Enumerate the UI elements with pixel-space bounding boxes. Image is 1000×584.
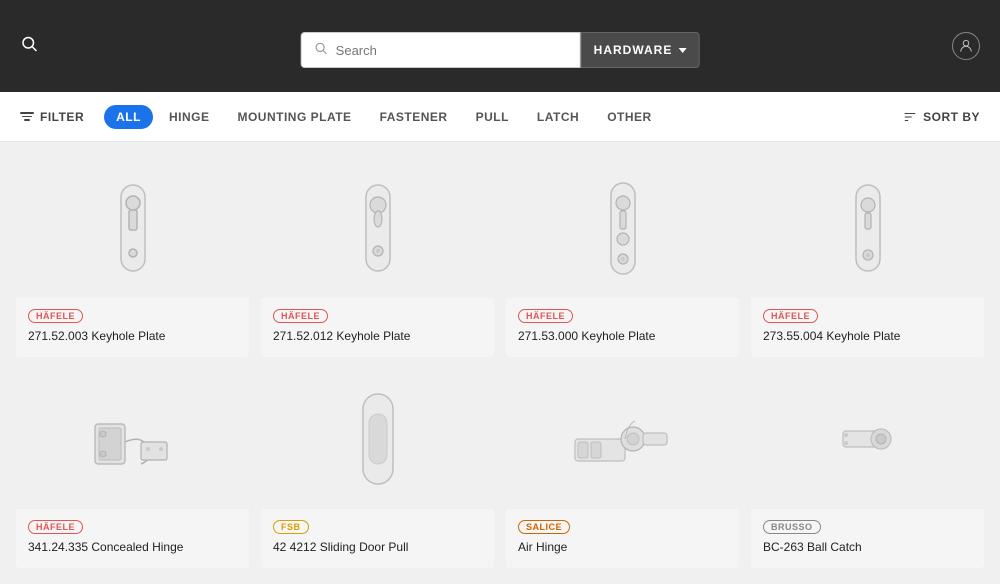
chevron-down-icon [678, 48, 686, 53]
product-card-p7[interactable]: SALICE Air Hinge [506, 369, 739, 568]
hardware-dropdown[interactable]: HARDWARE [581, 32, 700, 68]
product-name: 273.55.004 Keyhole Plate [763, 328, 972, 345]
product-info: HÄFELE 271.53.000 Keyhole Plate [506, 298, 739, 357]
brand-badge: HÄFELE [763, 309, 818, 323]
product-name: BC-263 Ball Catch [763, 539, 972, 556]
category-tabs: ALLHINGEMOUNTING PLATEFASTENERPULLLATCHO… [104, 105, 903, 129]
search-icon[interactable] [20, 35, 38, 58]
product-card-p8[interactable]: BRUSSO BC-263 Ball Catch [751, 369, 984, 568]
product-image [506, 158, 739, 298]
product-info: HÄFELE 273.55.004 Keyhole Plate [751, 298, 984, 357]
product-card-p3[interactable]: HÄFELE 271.53.000 Keyhole Plate [506, 158, 739, 357]
product-info: HÄFELE 271.52.003 Keyhole Plate [16, 298, 249, 357]
tab-mounting[interactable]: MOUNTING PLATE [225, 105, 363, 129]
product-card-p6[interactable]: FSB 42 4212 Sliding Door Pull [261, 369, 494, 568]
brand-badge: HÄFELE [273, 309, 328, 323]
tab-other[interactable]: OTHER [595, 105, 664, 129]
search-input[interactable] [336, 43, 568, 58]
product-name: 271.52.003 Keyhole Plate [28, 328, 237, 345]
product-info: HÄFELE 271.52.012 Keyhole Plate [261, 298, 494, 357]
header: SHAPER | HUB HARDWARE [0, 0, 1000, 92]
filter-icon [20, 112, 34, 121]
product-info: HÄFELE 341.24.335 Concealed Hinge [16, 509, 249, 568]
user-icon[interactable] [952, 32, 980, 60]
product-image [751, 158, 984, 298]
product-info: SALICE Air Hinge [506, 509, 739, 568]
product-image [751, 369, 984, 509]
product-grid: HÄFELE 271.52.003 Keyhole Plate HÄFELE 2… [0, 142, 1000, 584]
search-wrapper [301, 32, 581, 68]
product-image [261, 369, 494, 509]
product-name: 341.24.335 Concealed Hinge [28, 539, 237, 556]
product-card-p2[interactable]: HÄFELE 271.52.012 Keyhole Plate [261, 158, 494, 357]
product-name: Air Hinge [518, 539, 727, 556]
product-card-p5[interactable]: HÄFELE 341.24.335 Concealed Hinge [16, 369, 249, 568]
product-name: 271.52.012 Keyhole Plate [273, 328, 482, 345]
product-name: 271.53.000 Keyhole Plate [518, 328, 727, 345]
filter-bar: FILTER ALLHINGEMOUNTING PLATEFASTENERPUL… [0, 92, 1000, 142]
product-image [16, 158, 249, 298]
brand-badge: HÄFELE [28, 520, 83, 534]
tab-all[interactable]: ALL [104, 105, 153, 129]
filter-label: FILTER [40, 110, 84, 124]
search-input-icon [314, 41, 328, 60]
tab-latch[interactable]: LATCH [525, 105, 591, 129]
product-image [16, 369, 249, 509]
product-card-p4[interactable]: HÄFELE 273.55.004 Keyhole Plate [751, 158, 984, 357]
brand-badge: HÄFELE [518, 309, 573, 323]
brand-badge: SALICE [518, 520, 570, 534]
search-area: HARDWARE [301, 32, 700, 68]
brand-badge: FSB [273, 520, 309, 534]
sort-button[interactable]: SORT BY [903, 110, 980, 124]
sort-label: SORT BY [923, 110, 980, 124]
brand-badge: HÄFELE [28, 309, 83, 323]
product-info: BRUSSO BC-263 Ball Catch [751, 509, 984, 568]
product-image [506, 369, 739, 509]
filter-button[interactable]: FILTER [20, 110, 84, 124]
brand-badge: BRUSSO [763, 520, 821, 534]
product-info: FSB 42 4212 Sliding Door Pull [261, 509, 494, 568]
tab-hinge[interactable]: HINGE [157, 105, 222, 129]
hardware-label: HARDWARE [594, 43, 673, 57]
tab-pull[interactable]: PULL [464, 105, 521, 129]
product-name: 42 4212 Sliding Door Pull [273, 539, 482, 556]
product-image [261, 158, 494, 298]
sort-icon [903, 110, 917, 124]
tab-fastener[interactable]: FASTENER [368, 105, 460, 129]
product-card-p1[interactable]: HÄFELE 271.52.003 Keyhole Plate [16, 158, 249, 357]
